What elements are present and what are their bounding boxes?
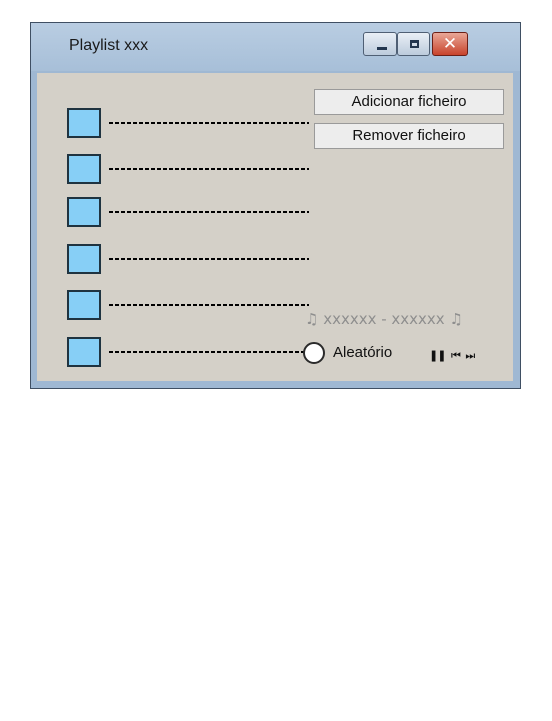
remove-file-button[interactable]: Remover ficheiro: [314, 123, 504, 149]
track-title-placeholder: [109, 246, 309, 266]
maximize-button[interactable]: [397, 32, 430, 56]
title-bar[interactable]: Playlist xxx ✕: [31, 23, 520, 71]
shuffle-label[interactable]: Aleatório: [333, 344, 392, 361]
track-thumbnail: [67, 290, 101, 320]
maximize-icon: [410, 40, 419, 48]
track-thumbnail: [67, 337, 101, 367]
window-content: ------------------------ ---------------…: [37, 73, 513, 381]
track-thumbnail: [67, 108, 101, 138]
minimize-button[interactable]: [363, 32, 397, 56]
track-thumbnail: [67, 154, 101, 184]
track-label: ------------------------: [109, 337, 114, 721]
track-title-placeholder: [109, 339, 309, 359]
window-title: Playlist xxx: [69, 37, 149, 54]
playback-controls: ❚❚ ⏮ ⏭: [429, 349, 477, 363]
pause-icon[interactable]: ❚❚: [429, 349, 446, 362]
now-playing-text: ♫ xxxxxx - xxxxxx ♫: [305, 310, 463, 328]
track-title-placeholder: [109, 156, 309, 176]
track-title-placeholder: [109, 199, 309, 219]
close-icon: ✕: [442, 34, 458, 54]
track-title-placeholder: [109, 110, 309, 130]
track-title-placeholder: [109, 292, 309, 312]
close-button[interactable]: ✕: [432, 32, 468, 56]
minimize-icon: [377, 47, 387, 50]
add-file-button[interactable]: Adicionar ficheiro: [314, 89, 504, 115]
next-icon[interactable]: ⏭: [465, 349, 475, 363]
track-thumbnail: [67, 197, 101, 227]
playlist-window: Playlist xxx ✕ ------------------------ …: [30, 22, 521, 389]
shuffle-radio[interactable]: [303, 342, 325, 364]
track-thumbnail: [67, 244, 101, 274]
previous-icon[interactable]: ⏮: [451, 349, 461, 363]
